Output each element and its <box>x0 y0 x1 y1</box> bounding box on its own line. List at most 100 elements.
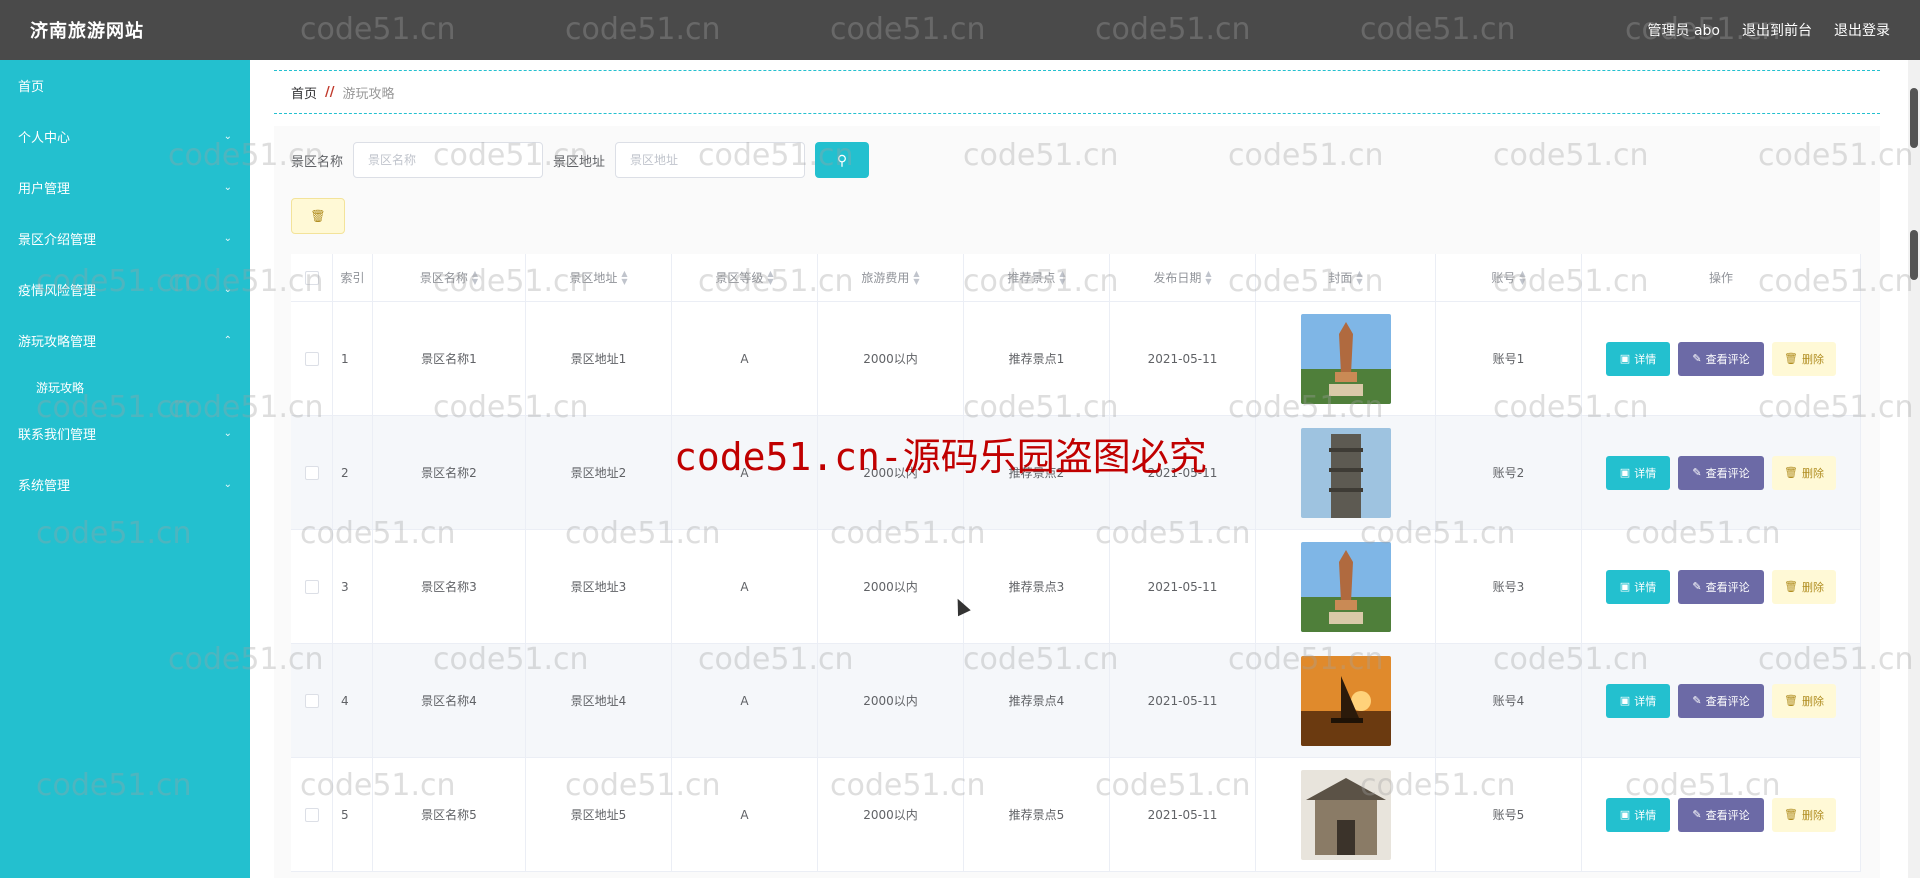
view-reviews-button[interactable]: ✎ 查看评论 <box>1678 455 1764 490</box>
cell-cover <box>1256 758 1436 871</box>
sidebar-item-home[interactable]: 首页 <box>0 60 250 111</box>
header-level[interactable]: 景区等级 ▲ ▼ <box>672 254 818 301</box>
sort-icon[interactable]: ▲ ▼ <box>1059 269 1065 286</box>
trash-icon: 🗑 <box>310 209 326 223</box>
row-select-cell <box>291 530 333 643</box>
cell-name: 景区名称2 <box>373 416 526 529</box>
header-spot[interactable]: 推荐景点 ▲ ▼ <box>964 254 1110 301</box>
sidebar-subitem-label: 游玩攻略 <box>36 380 85 395</box>
search-button[interactable]: ⚲ <box>815 142 870 178</box>
row-checkbox[interactable] <box>304 351 319 366</box>
sidebar-subitem-guide[interactable]: 游玩攻略 <box>0 366 250 408</box>
row-select-cell <box>291 644 333 757</box>
sidebar-item-label: 游玩攻略管理 <box>18 335 97 350</box>
delete-button[interactable]: 🗑 删除 <box>1772 683 1836 718</box>
cell-name: 景区名称5 <box>373 758 526 871</box>
table-row[interactable]: 5 景区名称5 景区地址5 A 2000以内 推荐景点5 2021-05-11 … <box>291 758 1861 872</box>
chevron-down-icon: ⌄ <box>223 284 232 295</box>
address-input[interactable] <box>615 142 806 178</box>
delete-button[interactable]: 🗑 删除 <box>1772 569 1836 604</box>
breadcrumb: 首页 // 游玩攻略 <box>274 70 1880 114</box>
header-actions: 操作 <box>1582 254 1861 301</box>
delete-button[interactable]: 🗑 删除 <box>1772 455 1836 490</box>
detail-icon: ▣ <box>1619 466 1631 479</box>
cell-index: 4 <box>333 644 373 757</box>
scrollbar-thumb[interactable] <box>1910 88 1918 148</box>
header-index[interactable]: 索引 <box>333 254 373 301</box>
table-row[interactable]: 2 景区名称2 景区地址2 A 2000以内 推荐景点2 2021-05-11 … <box>291 416 1861 530</box>
cell-level: A <box>672 416 818 529</box>
sidebar-item-label: 用户管理 <box>18 182 71 197</box>
view-reviews-button[interactable]: ✎ 查看评论 <box>1678 797 1764 832</box>
row-checkbox[interactable] <box>304 579 319 594</box>
view-reviews-button[interactable]: ✎ 查看评论 <box>1678 683 1764 718</box>
header-date[interactable]: 发布日期 ▲ ▼ <box>1110 254 1256 301</box>
edit-icon: ✎ <box>1692 580 1702 593</box>
view-reviews-button[interactable]: ✎ 查看评论 <box>1678 341 1764 376</box>
cell-name: 景区名称3 <box>373 530 526 643</box>
content-panel: 景区名称 景区地址 ⚲ 🗑 索引 景区名称▲▼ 景区地址▲▼ 景区等级▲▼ 旅游… <box>274 126 1880 878</box>
cell-cover <box>1256 530 1436 643</box>
cell-cover <box>1256 416 1436 529</box>
sidebar-item-contact[interactable]: 联系我们管理 ⌄ <box>0 408 250 459</box>
cover-image <box>1300 427 1391 518</box>
chevron-down-icon: ⌄ <box>223 233 232 244</box>
sort-icon[interactable]: ▲ ▼ <box>621 269 627 286</box>
cell-index: 3 <box>333 530 373 643</box>
table-row[interactable]: 1 景区名称1 景区地址1 A 2000以内 推荐景点1 2021-05-11 … <box>291 302 1861 416</box>
detail-button[interactable]: ▣ 详情 <box>1606 797 1670 832</box>
trash-icon: 🗑 <box>1784 694 1798 707</box>
detail-button[interactable]: ▣ 详情 <box>1606 455 1670 490</box>
row-checkbox[interactable] <box>304 693 319 708</box>
sort-icon[interactable]: ▲ ▼ <box>1205 269 1211 286</box>
sidebar-item-system[interactable]: 系统管理 ⌄ <box>0 459 250 510</box>
breadcrumb-home[interactable]: 首页 <box>291 83 317 102</box>
sidebar-item-label: 首页 <box>18 80 45 95</box>
header-address[interactable]: 景区地址 ▲ ▼ <box>526 254 672 301</box>
sort-icon[interactable]: ▲ ▼ <box>1519 269 1525 286</box>
header-cost[interactable]: 旅游费用 ▲ ▼ <box>818 254 964 301</box>
chevron-down-icon: ⌄ <box>223 182 232 193</box>
sidebar-item-profile[interactable]: 个人中心 ⌄ <box>0 111 250 162</box>
scrollbar-thumb-secondary[interactable] <box>1910 230 1918 280</box>
header-name[interactable]: 景区名称 ▲ ▼ <box>373 254 526 301</box>
sidebar-item-guide[interactable]: 游玩攻略管理 ⌃ <box>0 315 250 366</box>
cell-level: A <box>672 644 818 757</box>
cell-account: 账号4 <box>1436 644 1582 757</box>
sidebar-item-label: 系统管理 <box>18 479 71 494</box>
view-reviews-button[interactable]: ✎ 查看评论 <box>1678 569 1764 604</box>
header-cover[interactable]: 封面 ▲ ▼ <box>1256 254 1436 301</box>
table-row[interactable]: 3 景区名称3 景区地址3 A 2000以内 推荐景点3 2021-05-11 … <box>291 530 1861 644</box>
cell-cost: 2000以内 <box>818 530 964 643</box>
row-checkbox[interactable] <box>304 807 319 822</box>
cell-spot: 推荐景点4 <box>964 644 1110 757</box>
top-right-links: 管理员 abo 退出到前台 退出登录 <box>1648 20 1890 40</box>
sort-icon[interactable]: ▲ ▼ <box>1356 269 1362 286</box>
name-input[interactable] <box>353 142 544 178</box>
to-front-link[interactable]: 退出到前台 <box>1742 20 1812 40</box>
top-bar: 济南旅游网站 管理员 abo 退出到前台 退出登录 <box>0 0 1920 60</box>
cell-account: 账号2 <box>1436 416 1582 529</box>
row-select-cell <box>291 302 333 415</box>
sort-icon[interactable]: ▲ ▼ <box>913 269 919 286</box>
delete-button[interactable]: 🗑 删除 <box>1772 797 1836 832</box>
batch-delete-button[interactable]: 🗑 <box>291 198 345 234</box>
detail-button[interactable]: ▣ 详情 <box>1606 569 1670 604</box>
detail-button[interactable]: ▣ 详情 <box>1606 683 1670 718</box>
detail-button[interactable]: ▣ 详情 <box>1606 341 1670 376</box>
address-label: 景区地址 <box>553 154 606 170</box>
sidebar-item-scenic[interactable]: 景区介绍管理 ⌄ <box>0 213 250 264</box>
delete-button[interactable]: 🗑 删除 <box>1772 341 1836 376</box>
sort-icon[interactable]: ▲ ▼ <box>767 269 773 286</box>
select-all-checkbox[interactable] <box>304 270 319 285</box>
page-scrollbar[interactable] <box>1908 60 1920 878</box>
sort-icon[interactable]: ▲ ▼ <box>472 269 478 286</box>
header-account[interactable]: 账号 ▲ ▼ <box>1436 254 1582 301</box>
row-checkbox[interactable] <box>304 465 319 480</box>
sidebar-item-users[interactable]: 用户管理 ⌄ <box>0 162 250 213</box>
table-row[interactable]: 4 景区名称4 景区地址4 A 2000以内 推荐景点4 2021-05-11 … <box>291 644 1861 758</box>
cell-address: 景区地址2 <box>526 416 672 529</box>
select-all-header[interactable] <box>291 254 333 301</box>
sidebar-item-epidemic[interactable]: 疫情风险管理 ⌄ <box>0 264 250 315</box>
logout-link[interactable]: 退出登录 <box>1834 20 1890 40</box>
